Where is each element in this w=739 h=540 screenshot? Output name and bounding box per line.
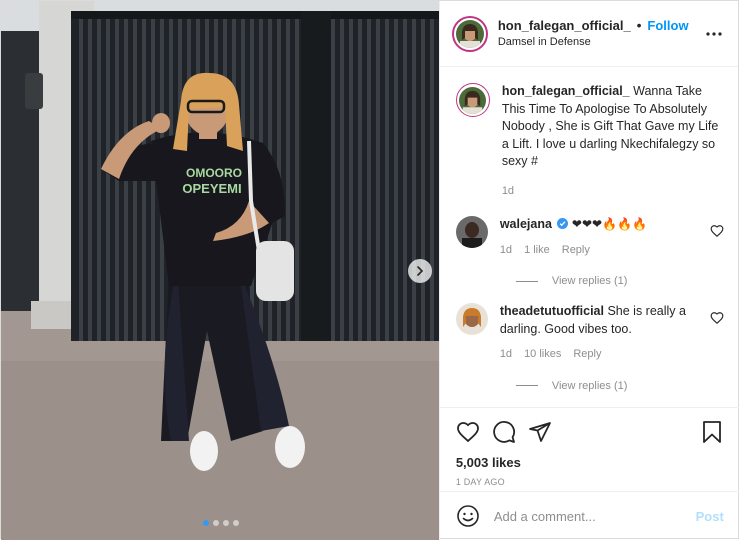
comment-time[interactable]: 1d: [500, 242, 512, 260]
chevron-right-icon: [417, 266, 424, 276]
gate-bar: [79, 19, 83, 341]
comment-username[interactable]: walejana: [500, 217, 552, 231]
carousel-dot[interactable]: [202, 520, 209, 526]
share-paper-plane-icon[interactable]: [528, 420, 552, 444]
more-horizontal-icon: [706, 31, 722, 36]
profile-photo: [459, 86, 487, 114]
save-bookmark-icon[interactable]: [700, 420, 724, 444]
post-comment-button[interactable]: Post: [696, 509, 724, 524]
instagram-post: OMOORO OPEYEMI hon_falegan_official_ • F…: [0, 0, 739, 540]
reply-button[interactable]: Reply: [562, 242, 590, 260]
comment-text: ❤❤❤🔥🔥🔥: [571, 217, 647, 231]
comments-section: hon_falegan_official_ Wanna Take This Ti…: [440, 67, 739, 407]
add-comment-bar: Post: [439, 491, 739, 540]
carousel-dot[interactable]: [212, 520, 219, 526]
view-replies-label: View replies (1): [551, 275, 628, 287]
gate-bar: [106, 19, 110, 341]
gate-bar: [430, 19, 434, 341]
post-location[interactable]: Damsel in Defense: [498, 34, 702, 51]
likes-count[interactable]: 5,003 likes: [456, 455, 724, 470]
gate-bar: [88, 19, 92, 341]
post-header: hon_falegan_official_ • Follow Damsel in…: [439, 1, 738, 67]
shirt-text-line1: OMOORO: [186, 166, 242, 180]
separator-dot: •: [636, 16, 642, 33]
carousel-next-button[interactable]: [408, 259, 432, 283]
gate-bar: [412, 19, 416, 341]
shirt-text-line2: OPEYEMI: [182, 181, 241, 196]
gate-bar: [394, 19, 398, 341]
like-heart-icon[interactable]: [456, 420, 480, 444]
post-actions: 5,003 likes 1 DAY AGO: [439, 407, 739, 491]
post-media[interactable]: OMOORO OPEYEMI: [1, 1, 439, 540]
carousel-dot[interactable]: [222, 520, 229, 526]
profile-photo: [455, 216, 488, 248]
gate-bar: [331, 19, 335, 341]
verified-badge-icon: [557, 218, 569, 229]
comment-bubble-icon[interactable]: [492, 420, 516, 444]
comment-time[interactable]: 1d: [500, 346, 512, 364]
gate-bar: [367, 19, 371, 341]
post-author-username[interactable]: hon_falegan_official_: [498, 18, 631, 33]
comment-username[interactable]: theadetutuofficial: [500, 304, 604, 318]
comment-item: walejana ❤❤❤🔥🔥🔥 1d 1 like Reply: [455, 216, 724, 260]
profile-photo: [455, 303, 488, 335]
view-replies-button[interactable]: View replies (1): [515, 379, 724, 392]
more-options-button[interactable]: [702, 22, 726, 46]
post-photo: OMOORO OPEYEMI: [1, 1, 439, 540]
comment-likes[interactable]: 10 likes: [524, 346, 561, 364]
gate-bar: [421, 19, 425, 341]
gate-bar: [340, 19, 344, 341]
comment-likes[interactable]: 1 like: [524, 242, 550, 260]
gate-bar: [358, 19, 362, 341]
comment-avatar[interactable]: [455, 303, 488, 335]
reply-button[interactable]: Reply: [573, 346, 601, 364]
gate-bar: [349, 19, 353, 341]
caption: hon_falegan_official_ Wanna Take This Ti…: [455, 83, 724, 201]
gate-bar: [97, 19, 101, 341]
comment-avatar[interactable]: [455, 216, 488, 248]
post-side-panel: hon_falegan_official_ • Follow Damsel in…: [438, 1, 739, 540]
like-comment-heart-icon[interactable]: [710, 311, 724, 325]
caption-avatar[interactable]: [455, 83, 490, 117]
gate-bar: [295, 19, 299, 341]
caption-time[interactable]: 1d: [502, 183, 514, 201]
divider-line: [515, 385, 538, 386]
carousel-dot[interactable]: [232, 520, 239, 526]
profile-photo: [455, 19, 484, 48]
add-comment-input[interactable]: [493, 508, 696, 524]
divider-line: [515, 280, 538, 282]
caption-username[interactable]: hon_falegan_official_: [502, 84, 630, 98]
post-timestamp[interactable]: 1 DAY AGO: [456, 477, 724, 487]
carousel-indicator: [1, 520, 439, 526]
gate-bar: [376, 19, 380, 341]
view-replies-button[interactable]: View replies (1): [515, 275, 724, 287]
view-replies-label: View replies (1): [551, 379, 628, 392]
emoji-smile-icon[interactable]: [456, 504, 480, 528]
follow-button[interactable]: Follow: [647, 18, 688, 33]
comment-item: theadetutuofficial She is really a darli…: [455, 303, 724, 364]
avatar[interactable]: [451, 15, 488, 52]
gate-bar: [385, 19, 389, 341]
like-comment-heart-icon[interactable]: [710, 224, 724, 238]
gate-bar: [403, 19, 407, 341]
